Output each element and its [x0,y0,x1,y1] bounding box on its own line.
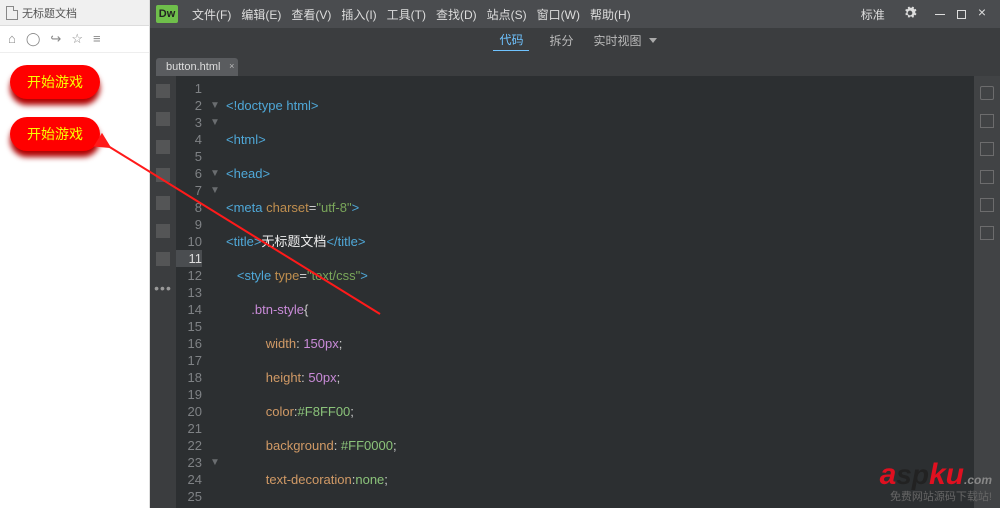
menu-view[interactable]: 查看(V) [287,6,335,23]
preview-tab-title: 无标题文档 [22,5,77,21]
menu-file[interactable]: 文件(F) [188,6,235,23]
menu-window[interactable]: 窗口(W) [533,6,584,23]
reload-icon[interactable]: ◯ [26,31,41,47]
preview-toolbar: ⌂ ◯ ↪ ☆ ≡ [0,26,149,53]
panel-icon[interactable] [980,198,994,212]
view-bar: 代码 拆分 实时视图 [150,28,1000,52]
code-editor[interactable]: 1234567891011121314151617181920212223242… [176,76,974,508]
panel-icon[interactable] [980,170,994,184]
more-tools-icon[interactable]: ••• [154,280,172,296]
live-preview-panel: 无标题文档 ⌂ ◯ ↪ ☆ ≡ 开始游戏 开始游戏 [0,0,150,508]
tool-icon[interactable] [156,196,170,210]
preview-tab[interactable]: 无标题文档 [0,0,149,26]
line-numbers: 1234567891011121314151617181920212223242… [176,76,208,508]
view-code[interactable]: 代码 [493,29,529,51]
right-panel-rail [974,76,1000,508]
file-tab-row: button.html × [150,52,1000,76]
view-split[interactable]: 拆分 [543,30,579,51]
menu-find[interactable]: 查找(D) [432,6,481,23]
tool-icon[interactable] [156,140,170,154]
tool-icon[interactable] [156,252,170,266]
maximize-button[interactable] [957,7,966,21]
file-icon [6,6,18,20]
fold-column: ▼▼▼▼▼▼ [208,76,222,508]
left-tool-rail: ••• [150,76,176,508]
ide-panel: Dw 文件(F) 编辑(E) 查看(V) 插入(I) 工具(T) 查找(D) 站… [150,0,1000,508]
menu-edit[interactable]: 编辑(E) [237,6,285,23]
file-tab-label: button.html [166,61,220,73]
tool-icon[interactable] [156,168,170,182]
menu-insert[interactable]: 插入(I) [337,6,380,23]
view-live[interactable]: 实时视图 [594,32,657,49]
forward-icon[interactable]: ↪ [50,31,61,47]
panel-icon[interactable] [980,86,994,100]
panel-icon[interactable] [980,142,994,156]
star-icon[interactable]: ☆ [71,31,83,47]
tool-icon[interactable] [156,112,170,126]
preview-button-1[interactable]: 开始游戏 [10,65,100,99]
settings-button[interactable] [895,6,925,23]
workspace-switcher[interactable]: 标准 [853,6,893,23]
menubar: Dw 文件(F) 编辑(E) 查看(V) 插入(I) 工具(T) 查找(D) 站… [150,0,1000,28]
panel-icon[interactable] [980,226,994,240]
preview-body: 开始游戏 开始游戏 [0,53,149,508]
minimize-button[interactable] [935,7,945,21]
close-button[interactable]: × [978,7,986,21]
menu-tools[interactable]: 工具(T) [383,6,430,23]
watermark: aspku.com 免费网站源码下载站! [880,458,992,504]
panel-icon[interactable] [980,114,994,128]
home-icon[interactable]: ⌂ [8,31,16,47]
tool-icon[interactable] [156,84,170,98]
code-content: <!doctype html> <html> <head> <meta char… [222,76,974,508]
menu-help[interactable]: 帮助(H) [586,6,635,23]
menu-icon[interactable]: ≡ [93,31,101,47]
close-icon[interactable]: × [229,61,234,71]
app-logo: Dw [156,5,178,23]
chevron-down-icon [649,38,657,43]
menu-site[interactable]: 站点(S) [483,6,531,23]
file-tab[interactable]: button.html × [156,58,238,76]
preview-button-2[interactable]: 开始游戏 [10,117,100,151]
tool-icon[interactable] [156,224,170,238]
